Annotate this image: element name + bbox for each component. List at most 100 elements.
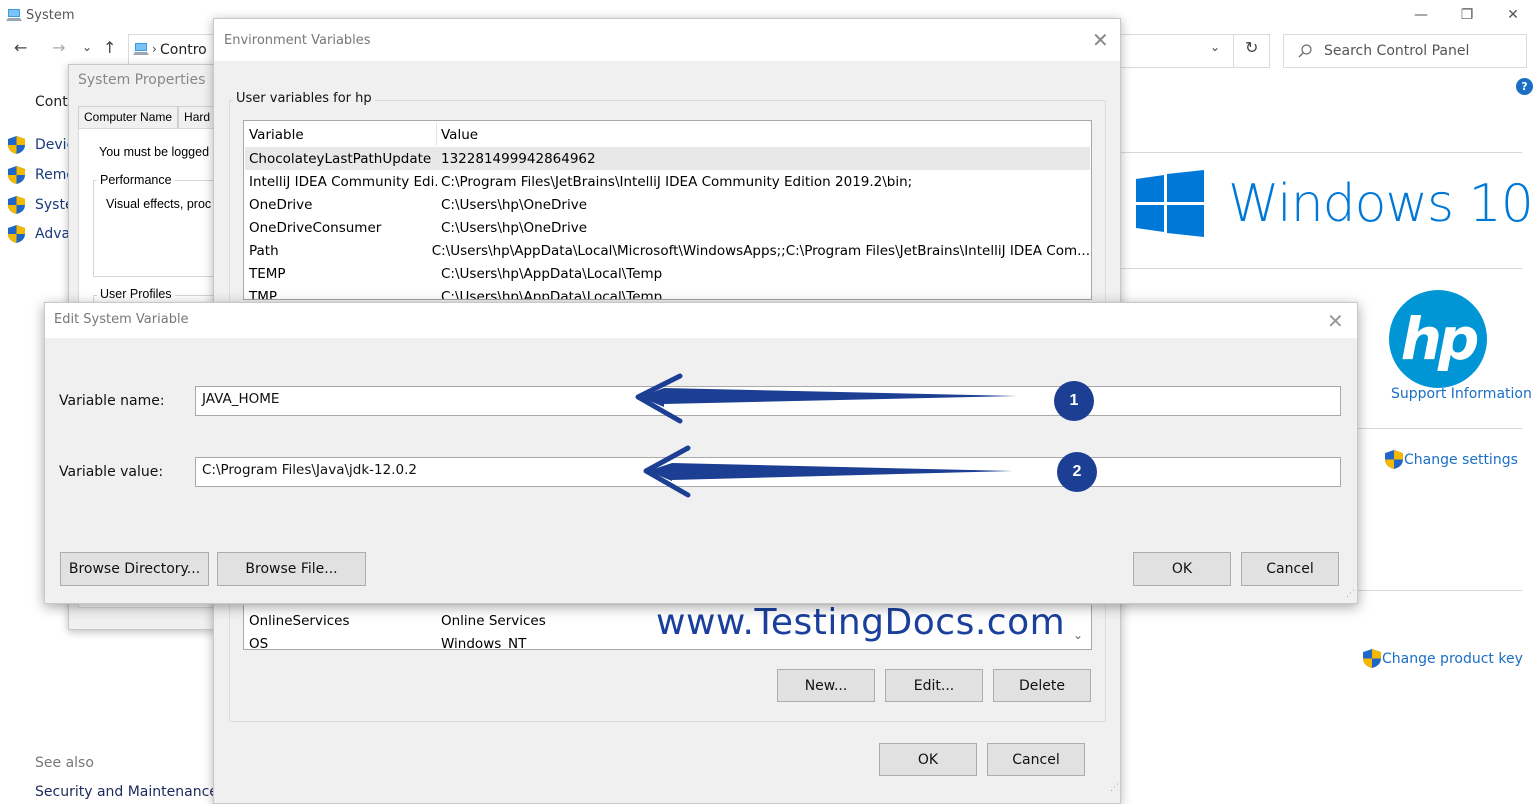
browse-directory-button[interactable]: Browse Directory...: [60, 552, 209, 586]
search-input[interactable]: Search Control Panel: [1283, 34, 1527, 68]
env-cancel-button[interactable]: Cancel: [987, 743, 1085, 776]
help-icon[interactable]: ?: [1516, 78, 1533, 95]
restore-button[interactable]: ❐: [1444, 0, 1490, 30]
search-placeholder: Search Control Panel: [1324, 43, 1470, 59]
admin-notice: You must be logged: [99, 145, 210, 159]
scroll-down-icon[interactable]: ⌄: [1073, 628, 1083, 642]
shield-icon: [1363, 649, 1381, 668]
address-dropdown-icon[interactable]: ⌄: [1210, 40, 1220, 54]
edit-variable-button[interactable]: Edit...: [885, 669, 983, 702]
edit-ok-button[interactable]: OK: [1133, 552, 1231, 586]
step-badge-1: 1: [1054, 381, 1094, 421]
shield-icon: [8, 196, 25, 214]
change-settings-text: Change settings: [1404, 451, 1518, 468]
user-variables-list[interactable]: Variable Value ChocolateyLastPathUpdate …: [243, 120, 1092, 300]
list-item[interactable]: Path C:\Users\hp\AppData\Local\Microsoft…: [245, 239, 1090, 262]
new-variable-button[interactable]: New...: [777, 669, 875, 702]
variable-name: TEMP: [249, 265, 286, 282]
left-link-advanced-settings[interactable]: Adva: [35, 226, 70, 242]
variable-name: OnlineServices: [249, 612, 350, 629]
refresh-button[interactable]: ↻: [1245, 38, 1258, 57]
search-icon: [1298, 44, 1312, 58]
close-icon[interactable]: ✕: [1327, 309, 1344, 333]
variable-name: ChocolateyLastPathUpdate: [249, 150, 432, 167]
list-item[interactable]: ChocolateyLastPathUpdate 132281499942864…: [245, 147, 1090, 170]
change-product-key-text: Change product key: [1382, 650, 1523, 667]
system-properties-tabs: Computer Name Hard: [78, 106, 217, 128]
minimize-button[interactable]: —: [1398, 0, 1444, 30]
variable-value: C:\Users\hp\OneDrive: [441, 196, 588, 213]
list-item[interactable]: OS Windows_NT: [245, 632, 526, 650]
performance-group-label: Performance: [97, 173, 175, 187]
variable-name: OS: [249, 635, 269, 650]
edit-system-variable-title: Edit System Variable: [54, 312, 189, 327]
shield-icon: [1385, 450, 1403, 469]
resize-grip-icon[interactable]: ⋰: [1110, 784, 1119, 793]
delete-variable-button[interactable]: Delete: [993, 669, 1091, 702]
divider: [1121, 152, 1522, 153]
variable-value: Online Services: [441, 612, 546, 629]
change-settings-link[interactable]: Change settings: [1385, 450, 1518, 469]
close-button[interactable]: ✕: [1490, 0, 1536, 30]
window-title: System: [6, 5, 74, 25]
variable-name: IntelliJ IDEA Community Edi...: [249, 173, 437, 190]
close-icon[interactable]: ✕: [1092, 28, 1109, 52]
browse-file-button[interactable]: Browse File...: [217, 552, 366, 586]
breadcrumb-chevron-icon: ›: [152, 42, 157, 56]
variable-name: TMP: [249, 288, 278, 300]
back-button[interactable]: ←: [14, 38, 27, 57]
list-item[interactable]: OneDrive C:\Users\hp\OneDrive: [245, 193, 1090, 216]
security-maintenance-link[interactable]: Security and Maintenance: [35, 784, 218, 800]
list-item[interactable]: IntelliJ IDEA Community Edi... C:\Progra…: [245, 170, 1090, 193]
list-header: Variable Value: [245, 123, 1090, 146]
variable-value-input[interactable]: C:\Program Files\Java\jdk-12.0.2: [195, 457, 1341, 487]
edit-system-variable-titlebar: [45, 303, 1357, 338]
divider: [1358, 590, 1522, 591]
column-header-value[interactable]: Value: [437, 127, 478, 143]
user-variables-group-label: User variables for hp: [233, 91, 375, 106]
shield-icon: [8, 225, 25, 243]
divider: [1121, 268, 1522, 269]
control-panel-icon: [133, 43, 149, 55]
list-item[interactable]: OnlineServices Online Services: [245, 609, 546, 632]
list-item[interactable]: OneDriveConsumer C:\Users\hp\OneDrive: [245, 216, 1090, 239]
list-item[interactable]: TMP C:\Users\hp\AppData\Local\Temp: [245, 285, 1090, 300]
resize-grip-icon[interactable]: ⋰: [1346, 590, 1355, 599]
windows-10-logo: Windows 10: [1136, 170, 1534, 238]
variable-value: C:\Users\hp\AppData\Local\Temp: [441, 288, 663, 300]
variable-value: C:\Users\hp\AppData\Local\Microsoft\Wind…: [431, 242, 1090, 259]
variable-name-input[interactable]: JAVA_HOME: [195, 386, 1341, 416]
edit-cancel-button[interactable]: Cancel: [1241, 552, 1339, 586]
forward-button[interactable]: →: [52, 38, 65, 57]
variable-value: 132281499942864962: [441, 150, 596, 167]
variable-name: OneDrive: [249, 196, 313, 213]
support-information-link[interactable]: Support Information: [1391, 386, 1532, 402]
list-item[interactable]: TEMP C:\Users\hp\AppData\Local\Temp: [245, 262, 1090, 285]
shield-icon: [8, 136, 25, 154]
recent-locations-button[interactable]: ⌄: [82, 40, 92, 54]
variable-value: Windows_NT: [441, 635, 527, 650]
column-header-variable[interactable]: Variable: [245, 123, 437, 146]
variable-value: C:\Users\hp\OneDrive: [441, 219, 588, 236]
tab-hardware[interactable]: Hard: [178, 106, 217, 128]
change-product-key-link[interactable]: Change product key: [1363, 649, 1523, 668]
user-profiles-group-label: User Profiles: [97, 287, 175, 301]
tab-computer-name[interactable]: Computer Name: [78, 106, 179, 128]
variable-name: Path: [249, 242, 279, 259]
divider: [1233, 34, 1234, 68]
breadcrumb[interactable]: Contro: [160, 42, 207, 58]
variable-value-label: Variable value:: [59, 464, 164, 480]
performance-group: [93, 180, 218, 277]
variable-value: C:\Program Files\JetBrains\IntelliJ IDEA…: [441, 173, 913, 190]
windows-10-text: Windows 10: [1228, 174, 1534, 234]
computer-icon: [6, 9, 22, 21]
system-properties-title: System Properties: [78, 72, 206, 88]
up-button[interactable]: ↑: [103, 38, 116, 57]
variable-value: C:\Users\hp\AppData\Local\Temp: [441, 265, 663, 282]
environment-variables-title: Environment Variables: [224, 33, 371, 48]
windows-logo-icon: [1136, 170, 1204, 237]
window-title-text: System: [26, 7, 75, 23]
watermark: www.TestingDocs.com: [656, 602, 1066, 643]
performance-description: Visual effects, proc: [106, 197, 212, 211]
env-ok-button[interactable]: OK: [879, 743, 977, 776]
